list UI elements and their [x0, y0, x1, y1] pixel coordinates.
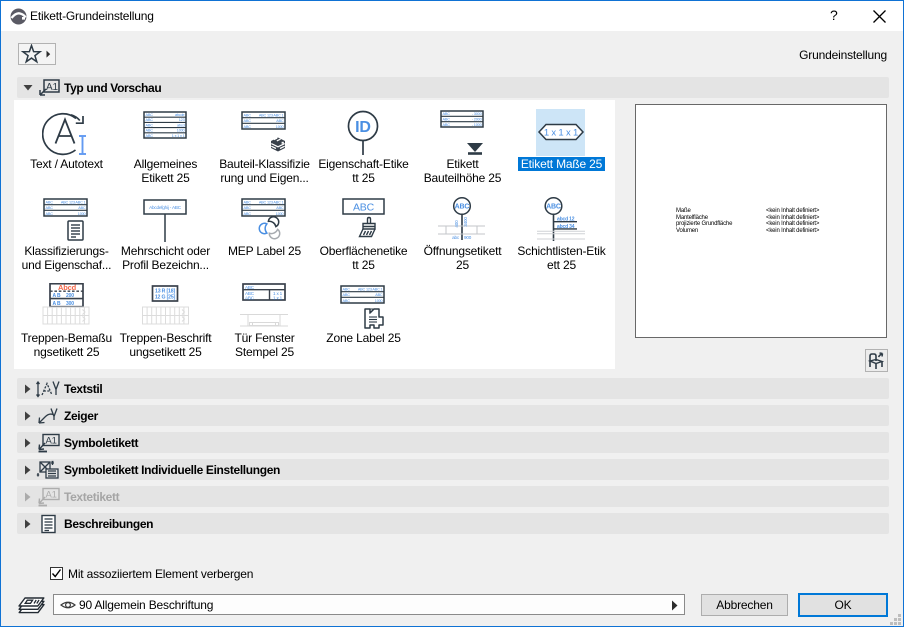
svg-text:ABC: ABC: [244, 119, 252, 123]
svg-text:abcd: abcd: [177, 123, 185, 127]
svg-text:ABC: ABC: [443, 118, 451, 122]
svg-text:ABC: ABC: [245, 285, 255, 290]
svg-text:1 x 1 x 1: 1 x 1 x 1: [544, 128, 578, 139]
svg-text:1000: 1000: [276, 125, 284, 129]
svg-text:12 G [25]: 12 G [25]: [155, 295, 176, 301]
svg-text:ABC: ABC: [546, 204, 561, 211]
svg-text:- 2000: - 2000: [472, 118, 482, 122]
svg-text:ABC: ABC: [146, 123, 154, 127]
svg-text:A1: A1: [46, 436, 57, 447]
svg-text:- 1000: - 1000: [472, 123, 482, 127]
svg-text:Abcd: Abcd: [58, 283, 77, 292]
svg-text:ABC: ABC: [443, 112, 451, 116]
svg-text:abcd 12: abcd 12: [557, 217, 575, 223]
svg-text:ABC: ABC: [244, 125, 252, 129]
svg-text:ABC: ABC: [245, 295, 255, 300]
svg-text:A B: A B: [53, 293, 61, 299]
svg-text:abcde: abcde: [175, 113, 185, 117]
svg-text:abcd 34: abcd 34: [557, 224, 575, 230]
svg-text:abc: abc: [452, 235, 460, 240]
svg-text:A1: A1: [46, 82, 58, 93]
svg-text:ABC: ABC: [146, 118, 154, 122]
svg-text:ABC: ABC: [343, 293, 351, 297]
svg-text:ABC: ABC: [244, 114, 252, 118]
svg-text:400: 400: [454, 220, 459, 228]
svg-text:A1: A1: [46, 490, 57, 501]
svg-text:ABC: ABC: [343, 299, 351, 303]
svg-text:1000: 1000: [177, 129, 185, 133]
svg-text:900: 900: [464, 235, 472, 240]
svg-text:ABC: ABC: [343, 288, 351, 292]
svg-text:Abcdefghij - ABC: Abcdefghij - ABC: [149, 205, 182, 210]
svg-text:ABC: ABC: [276, 206, 284, 210]
svg-text:ID: ID: [355, 119, 371, 136]
svg-text:ABC: ABC: [146, 134, 154, 138]
svg-text:ABC: ABC: [146, 113, 154, 117]
svg-text:3400: 3400: [463, 217, 468, 227]
svg-text:ABC: ABC: [46, 212, 54, 216]
svg-text:1 x 1: 1 x 1: [273, 295, 283, 300]
svg-text:ABC 123 ABC 1: ABC 123 ABC 1: [358, 288, 383, 292]
svg-text:ABC 123 ABC 1: ABC 123 ABC 1: [259, 201, 284, 205]
svg-text:ABC: ABC: [276, 119, 284, 123]
svg-text:ABC: ABC: [244, 212, 252, 216]
svg-text:123: 123: [179, 118, 185, 122]
svg-text:ABC: ABC: [455, 204, 470, 211]
svg-text:1000: 1000: [78, 212, 86, 216]
svg-text:ABC: ABC: [244, 201, 252, 205]
svg-text:200: 200: [66, 293, 74, 299]
svg-text:ABC: ABC: [375, 293, 383, 297]
svg-text:ABC: ABC: [46, 206, 54, 210]
svg-text:A B: A B: [53, 301, 61, 307]
svg-text:ABC: ABC: [353, 202, 375, 214]
svg-text:ABC 123 ABC 1: ABC 123 ABC 1: [61, 201, 86, 205]
svg-text:1000: 1000: [276, 212, 284, 216]
svg-text:300: 300: [66, 301, 74, 307]
svg-text:ABC: ABC: [244, 206, 252, 210]
svg-text:ABC 123 ABC 1: ABC 123 ABC 1: [259, 114, 284, 118]
svg-text:1 x 1 x 1: 1 x 1 x 1: [172, 134, 185, 138]
svg-text:- 3000: - 3000: [472, 112, 482, 116]
svg-text:ABC: ABC: [443, 123, 451, 127]
svg-text:ABC: ABC: [78, 206, 86, 210]
svg-text:1000: 1000: [375, 299, 383, 303]
svg-text:ABC: ABC: [146, 129, 154, 133]
svg-text:ABC: ABC: [46, 201, 54, 205]
